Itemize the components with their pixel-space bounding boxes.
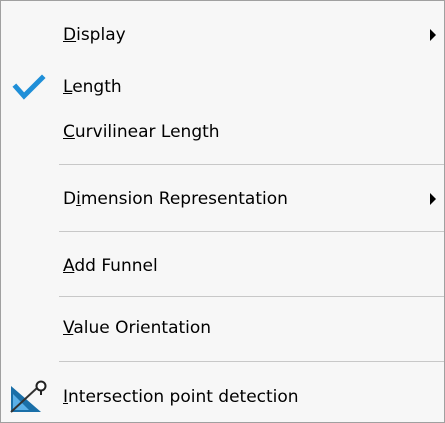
menu-item-value-orientation[interactable]: Value Orientation	[1, 308, 444, 348]
check-icon	[9, 71, 49, 103]
menu-separator	[59, 361, 444, 362]
access-key: D	[63, 25, 77, 45]
menu-item-dimension-representation[interactable]: Dimension Representation	[1, 179, 444, 219]
menu-separator	[59, 164, 444, 165]
menu-item-label: Dimension Representation	[63, 189, 288, 209]
submenu-arrow-icon	[430, 193, 436, 205]
menu-item-label: Length	[63, 77, 122, 97]
access-key: C	[63, 122, 75, 142]
menu-item-label: Intersection point detection	[63, 387, 299, 407]
menu-item-length[interactable]: Length	[1, 67, 444, 107]
menu-separator	[59, 231, 444, 232]
menu-item-label: Value Orientation	[63, 318, 212, 338]
menu-item-label: Display	[63, 25, 126, 45]
access-key: L	[63, 77, 73, 97]
submenu-arrow-icon	[430, 29, 436, 41]
menu-item-intersection-point-detection[interactable]: Intersection point detection	[1, 377, 444, 417]
menu-item-label: Curvilinear Length	[63, 122, 220, 142]
menu-item-label: Add Funnel	[63, 256, 158, 276]
access-key: V	[63, 318, 74, 338]
menu-item-add-funnel[interactable]: Add Funnel	[1, 246, 444, 286]
access-key: A	[63, 256, 75, 276]
context-menu: Display Length Curvilinear Length Dimens…	[0, 0, 445, 423]
menu-item-display[interactable]: Display	[1, 15, 444, 55]
menu-separator	[59, 296, 444, 297]
menu-item-curvilinear-length[interactable]: Curvilinear Length	[1, 112, 444, 152]
intersection-point-icon	[9, 380, 49, 414]
